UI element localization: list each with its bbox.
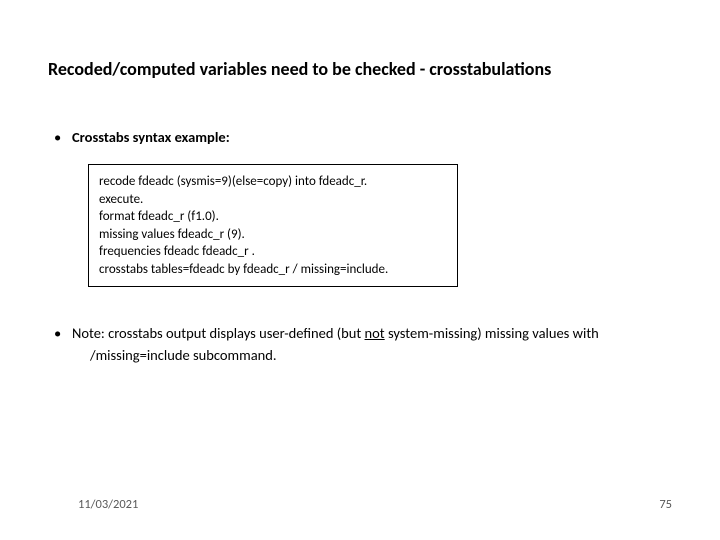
footer-date: 11/03/2021 bbox=[78, 497, 138, 512]
bullet-note: Note: crosstabs output displays user-def… bbox=[54, 323, 672, 367]
code-line: recode fdeadc (sysmis=9)(else=copy) into… bbox=[99, 173, 447, 191]
slide: Recoded/computed variables need to be ch… bbox=[0, 0, 720, 540]
code-line: frequencies fdeadc fdeadc_r . bbox=[99, 243, 447, 261]
note-text-pre: Note: crosstabs output displays user-def… bbox=[72, 324, 365, 342]
syntax-code-box: recode fdeadc (sysmis=9)(else=copy) into… bbox=[88, 164, 458, 287]
code-line: missing values fdeadc_r (9). bbox=[99, 226, 447, 244]
page-number: 75 bbox=[659, 497, 672, 512]
code-line: format fdeadc_r (f1.0). bbox=[99, 208, 447, 226]
code-line: execute. bbox=[99, 191, 447, 209]
note-text-post: system-missing) missing values with bbox=[385, 324, 599, 342]
page-title: Recoded/computed variables need to be ch… bbox=[48, 58, 672, 80]
note-underlined: not bbox=[365, 324, 385, 342]
bullet-crosstabs-example: Crosstabs syntax example: bbox=[54, 128, 672, 146]
footer: 11/03/2021 75 bbox=[0, 497, 720, 512]
note-line2: /missing=include subcommand. bbox=[72, 345, 672, 367]
code-line: crosstabs tables=fdeadc by fdeadc_r / mi… bbox=[99, 261, 447, 279]
